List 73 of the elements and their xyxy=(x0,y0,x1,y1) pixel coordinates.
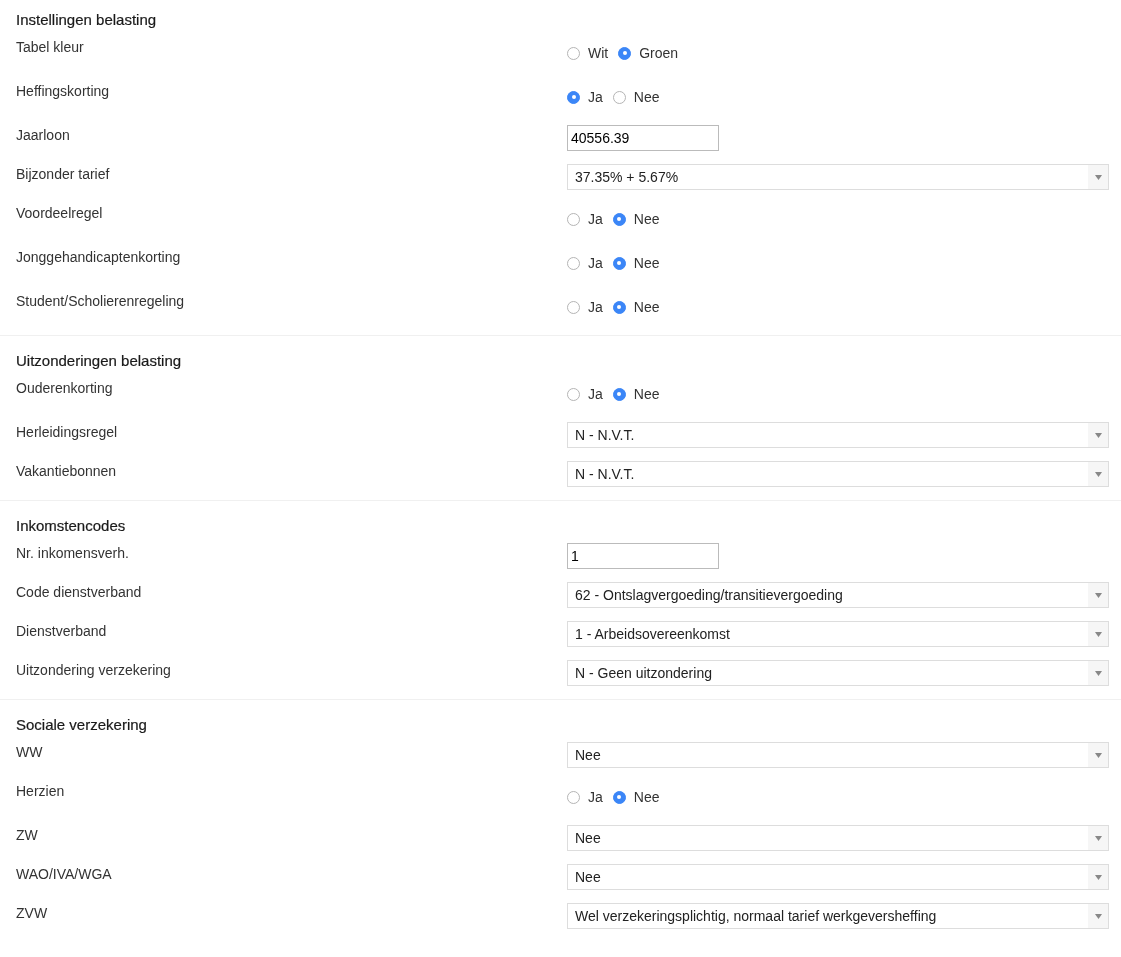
field-label: WAO/IVA/WGA xyxy=(16,865,112,884)
field-label: Uitzondering verzekering xyxy=(16,661,171,680)
radio-label[interactable]: Nee xyxy=(633,384,660,404)
field-label: Vakantiebonnen xyxy=(16,462,117,481)
field-label: Code dienstverband xyxy=(16,583,142,602)
field-label: WW xyxy=(16,743,43,762)
caret-icon xyxy=(1094,874,1102,880)
radio-button[interactable] xyxy=(567,212,580,226)
radio-button[interactable] xyxy=(567,90,580,104)
dropdown[interactable]: N - Geen uitzondering xyxy=(567,660,1109,686)
section-heading: Uitzonderingen belasting xyxy=(16,351,183,371)
field-label: Heffingskorting xyxy=(16,82,110,101)
dropdown[interactable]: 1 - Arbeidsovereenkomst xyxy=(567,621,1109,647)
caret-icon xyxy=(1094,631,1102,637)
section-heading: Instellingen belasting xyxy=(16,10,158,30)
field-label: Herzien xyxy=(16,782,65,801)
caret-icon xyxy=(1094,835,1102,841)
radio-label[interactable]: Nee xyxy=(633,87,660,107)
dropdown[interactable]: Nee xyxy=(567,864,1109,890)
field-label: Jonggehandicaptenkorting xyxy=(16,248,181,267)
caret-icon xyxy=(1094,432,1102,438)
field-label: Bijzonder tarief xyxy=(16,165,110,184)
dropdown[interactable]: 62 - Ontslagvergoeding/transitievergoeding xyxy=(567,582,1109,608)
dropdown[interactable]: N - N.V.T. xyxy=(567,461,1109,487)
input-field[interactable]: 40556.39 xyxy=(567,125,719,151)
radio-label[interactable]: Nee xyxy=(633,209,660,229)
caret-icon xyxy=(1094,471,1102,477)
radio-button[interactable] xyxy=(567,387,580,401)
radio-label[interactable]: Nee xyxy=(633,253,660,273)
radio-button[interactable] xyxy=(612,790,626,804)
field-label: Nr. inkomensverh. xyxy=(16,544,129,563)
radio-label[interactable]: Nee xyxy=(633,787,660,807)
radio-button[interactable] xyxy=(618,46,632,60)
field-label: Dienstverband xyxy=(16,622,107,641)
radio-label[interactable]: Wit xyxy=(588,43,609,63)
radio-button[interactable] xyxy=(567,790,580,804)
dropdown[interactable]: Nee xyxy=(567,742,1109,768)
radio-label[interactable]: Ja xyxy=(588,209,603,229)
field-label: Jaarloon xyxy=(16,126,70,145)
radio-button[interactable] xyxy=(567,46,580,60)
section-heading: Sociale verzekering xyxy=(16,715,148,735)
radio-button[interactable] xyxy=(612,300,626,314)
field-label: Herleidingsregel xyxy=(16,423,118,442)
caret-icon xyxy=(1094,592,1102,598)
dropdown[interactable]: 37.35% + 5.67% xyxy=(567,164,1109,190)
radio-label[interactable]: Ja xyxy=(588,384,603,404)
radio-label[interactable]: Ja xyxy=(588,297,603,317)
radio-label[interactable]: Groen xyxy=(639,43,679,63)
dropdown[interactable]: Wel verzekeringsplichtig, normaal tarief werkgeversheffing xyxy=(567,903,1109,929)
radio-button[interactable] xyxy=(612,212,626,226)
field-label: Student/Scholierenregeling xyxy=(16,292,185,311)
radio-button[interactable] xyxy=(612,90,626,104)
radio-button[interactable] xyxy=(612,256,626,270)
radio-label[interactable]: Ja xyxy=(588,787,603,807)
caret-icon xyxy=(1094,752,1102,758)
caret-icon xyxy=(1094,174,1102,180)
section-heading: Inkomstencodes xyxy=(16,516,127,536)
radio-label[interactable]: Ja xyxy=(588,253,603,273)
field-label: Ouderenkorting xyxy=(16,379,113,398)
input-field[interactable]: 1 xyxy=(567,543,719,569)
field-label: Voordeelregel xyxy=(16,204,103,223)
radio-label[interactable]: Nee xyxy=(633,297,660,317)
field-label: ZW xyxy=(16,826,38,845)
radio-button[interactable] xyxy=(567,300,580,314)
radio-label[interactable]: Ja xyxy=(588,87,603,107)
dropdown[interactable]: N - N.V.T. xyxy=(567,422,1109,448)
dropdown[interactable]: Nee xyxy=(567,825,1109,851)
caret-icon xyxy=(1094,670,1102,676)
field-label: Tabel kleur xyxy=(16,38,84,57)
radio-button[interactable] xyxy=(612,387,626,401)
field-label: ZVW xyxy=(16,904,48,923)
radio-button[interactable] xyxy=(567,256,580,270)
caret-icon xyxy=(1094,913,1102,919)
